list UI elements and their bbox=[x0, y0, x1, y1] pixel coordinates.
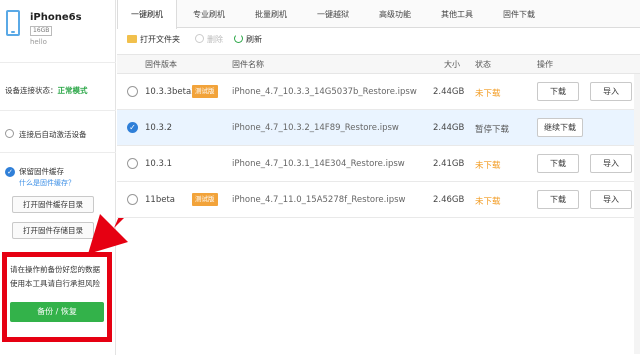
tab-batch-flash[interactable]: 批量刷机 bbox=[241, 0, 301, 28]
delete-icon bbox=[195, 34, 204, 43]
device-name: iPhone6s bbox=[30, 12, 82, 23]
backup-restore-button[interactable]: 备份 / 恢复 bbox=[10, 302, 104, 322]
header-action: 操作 bbox=[537, 60, 553, 69]
firmware-name: iPhone_4.7_10.3.3_14G5037b_Restore.ipsw bbox=[232, 87, 417, 97]
divider bbox=[0, 110, 116, 111]
table-row[interactable]: 10.3.3beta2 测试版 iPhone_4.7_10.3.3_14G503… bbox=[117, 74, 640, 110]
import-button[interactable]: 导入 bbox=[590, 190, 632, 209]
table-row[interactable]: 11beta 测试版 iPhone_4.7_11.0_15A5278f_Rest… bbox=[117, 182, 640, 218]
connection-status: 设备连接状态：正常模式 bbox=[5, 85, 88, 96]
download-button[interactable]: 下载 bbox=[537, 190, 579, 209]
open-folder-button[interactable]: 打开文件夹 bbox=[127, 34, 180, 45]
folder-icon bbox=[127, 35, 137, 43]
tab-jailbreak[interactable]: 一键越狱 bbox=[303, 0, 363, 28]
row-select-check[interactable]: ✓ bbox=[127, 122, 138, 133]
tab-other-tools[interactable]: 其他工具 bbox=[427, 0, 487, 28]
row-select-radio[interactable] bbox=[127, 194, 138, 205]
toolbar: 打开文件夹 删除 刷新 bbox=[117, 30, 640, 52]
delete-button[interactable]: 删除 bbox=[195, 34, 223, 45]
refresh-label: 刷新 bbox=[246, 35, 262, 44]
row-select-radio[interactable] bbox=[127, 158, 138, 169]
connection-status-value: 正常模式 bbox=[57, 86, 88, 95]
firmware-version: 11beta bbox=[145, 195, 175, 205]
import-button[interactable]: 导入 bbox=[590, 154, 632, 173]
divider bbox=[0, 152, 116, 153]
device-capacity-badge: 16GB bbox=[30, 26, 53, 36]
scrollbar[interactable] bbox=[634, 74, 640, 354]
firmware-name: iPhone_4.7_10.3.1_14E304_Restore.ipsw bbox=[232, 159, 405, 169]
tab-pro-flash[interactable]: 专业刷机 bbox=[179, 0, 239, 28]
firmware-version: 10.3.2 bbox=[145, 123, 173, 133]
warning-line-2: 使用本工具请自行承担风险 bbox=[10, 279, 100, 288]
phone-icon bbox=[6, 10, 20, 36]
open-folder-label: 打开文件夹 bbox=[140, 35, 180, 44]
tab-one-click-flash[interactable]: 一键刷机 bbox=[117, 0, 177, 29]
table-header: 固件版本 固件名称 大小 状态 操作 bbox=[117, 54, 640, 74]
header-size: 大小 bbox=[444, 60, 460, 69]
header-name: 固件名称 bbox=[232, 60, 264, 69]
firmware-status: 未下载 bbox=[475, 161, 501, 171]
row-select-radio[interactable] bbox=[127, 86, 138, 97]
connection-status-label: 设备连接状态： bbox=[5, 86, 58, 95]
tab-firmware-download[interactable]: 固件下载 bbox=[489, 0, 549, 28]
table-row[interactable]: 10.3.1 iPhone_4.7_10.3.1_14E304_Restore.… bbox=[117, 146, 640, 182]
firmware-version: 10.3.1 bbox=[145, 159, 173, 169]
firmware-name: iPhone_4.7_10.3.2_14F89_Restore.ipsw bbox=[232, 123, 399, 133]
header-version: 固件版本 bbox=[145, 60, 177, 69]
firmware-size: 2.46GB bbox=[433, 195, 465, 205]
firmware-size: 2.44GB bbox=[433, 87, 465, 97]
device-info: iPhone6s 16GB hello bbox=[0, 0, 116, 60]
resume-download-button[interactable]: 继续下载 bbox=[537, 118, 583, 137]
beta-badge: 测试版 bbox=[192, 85, 218, 98]
download-button[interactable]: 下载 bbox=[537, 154, 579, 173]
download-button[interactable]: 下载 bbox=[537, 82, 579, 101]
refresh-button[interactable]: 刷新 bbox=[234, 34, 262, 45]
tab-advanced[interactable]: 高级功能 bbox=[365, 0, 425, 28]
header-status: 状态 bbox=[475, 60, 491, 69]
firmware-name: iPhone_4.7_11.0_15A5278f_Restore.ipsw bbox=[232, 195, 406, 205]
firmware-version: 10.3.3beta2 bbox=[145, 87, 197, 97]
table-row[interactable]: ✓ 10.3.2 iPhone_4.7_10.3.2_14F89_Restore… bbox=[117, 110, 640, 146]
auto-activate-radio[interactable] bbox=[5, 129, 14, 138]
firmware-status: 未下载 bbox=[475, 89, 501, 99]
main-panel: 一键刷机 专业刷机 批量刷机 一键越狱 高级功能 其他工具 固件下载 打开文件夹… bbox=[117, 0, 640, 355]
keep-cache-checkbox[interactable]: ✓ bbox=[5, 167, 15, 177]
firmware-size: 2.44GB bbox=[433, 123, 465, 133]
tab-bar: 一键刷机 专业刷机 批量刷机 一键越狱 高级功能 其他工具 固件下载 bbox=[117, 0, 640, 29]
beta-badge: 测试版 bbox=[192, 193, 218, 206]
keep-cache-label: 保留固件缓存 bbox=[19, 167, 64, 176]
firmware-status: 未下载 bbox=[475, 197, 501, 207]
firmware-status: 暂停下载 bbox=[475, 125, 510, 135]
firmware-size: 2.41GB bbox=[433, 159, 465, 169]
delete-label: 删除 bbox=[207, 35, 223, 44]
refresh-icon bbox=[234, 34, 243, 43]
keep-cache-help-link[interactable]: 什么是固件缓存？ bbox=[19, 178, 75, 188]
device-user: hello bbox=[30, 38, 47, 46]
divider bbox=[0, 62, 116, 63]
auto-activate-label: 连接后自动激活设备 bbox=[19, 130, 87, 139]
import-button[interactable]: 导入 bbox=[590, 82, 632, 101]
